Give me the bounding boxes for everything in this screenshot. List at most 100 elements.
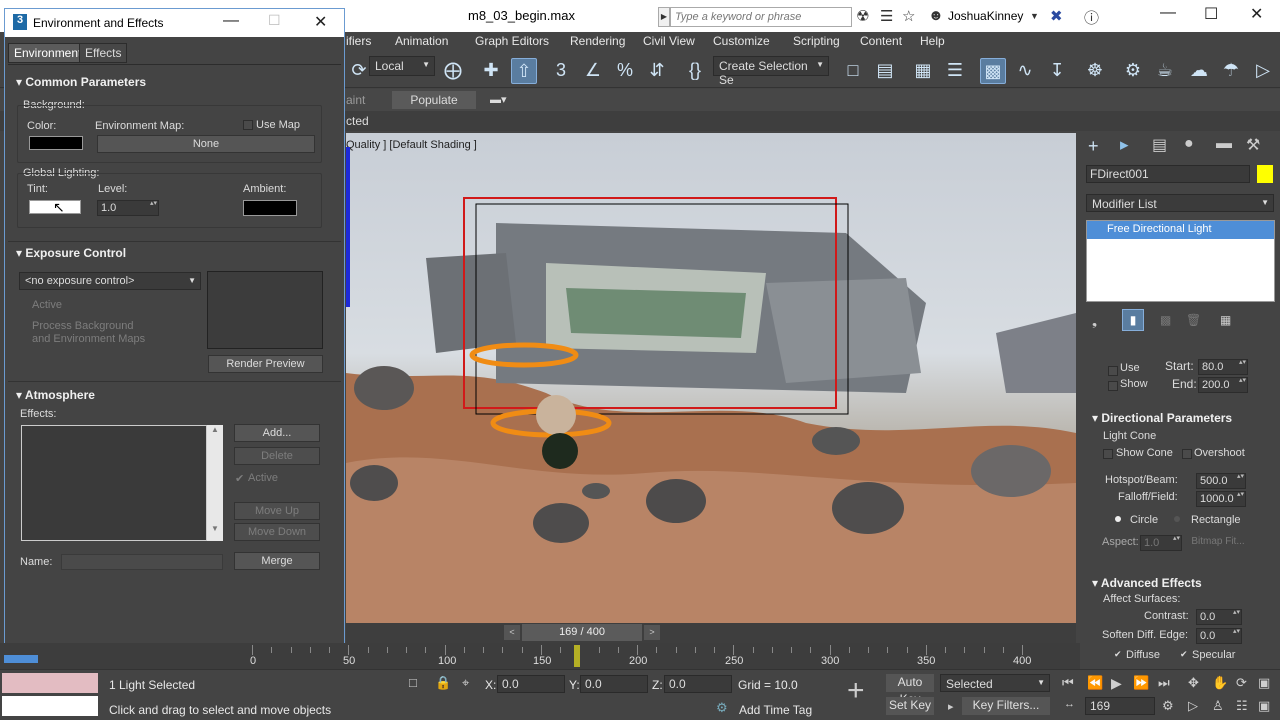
add-effect-button[interactable]: Add...	[234, 424, 320, 442]
atten-show-checkbox[interactable]	[1108, 381, 1118, 391]
current-frame-field[interactable]: 169	[1085, 697, 1155, 715]
edit-named-sets-icon[interactable]: {}	[682, 58, 708, 84]
exposure-type-dropdown[interactable]: <no exposure control> ▼	[19, 272, 201, 290]
user-dropdown-icon[interactable]: ▼	[1030, 11, 1039, 21]
orbit-icon[interactable]: ⟳	[1236, 675, 1247, 691]
ambient-color-swatch[interactable]	[243, 200, 297, 216]
aspect-spinner[interactable]: 1.0	[1140, 535, 1182, 551]
close-button[interactable]: ✕	[1250, 4, 1263, 24]
move-gizmo-icon[interactable]: ✚	[478, 58, 504, 84]
zoom-all-icon[interactable]: ✥	[1188, 675, 1199, 691]
set-key-button[interactable]: Set Key	[886, 697, 934, 715]
ribbon-tab-paint[interactable]: aint	[346, 93, 365, 107]
specular-checkbox[interactable]: ✔	[1180, 649, 1188, 660]
tab-environment[interactable]: Environment	[8, 43, 88, 63]
material-editor-icon[interactable]: ☸	[1082, 58, 1108, 84]
goto-start-icon[interactable]: ⏮	[1062, 675, 1074, 691]
move-down-button[interactable]: Move Down	[234, 523, 320, 541]
use-map-checkbox[interactable]	[243, 120, 253, 130]
move-up-button[interactable]: Move Up	[234, 502, 320, 520]
help-icon[interactable]: ⓘ	[1084, 7, 1099, 28]
pivot-icon[interactable]: ⨁	[440, 58, 466, 84]
common-params-header[interactable]: ▾ Common Parameters	[16, 75, 146, 89]
soften-spinner[interactable]: 0.0	[1196, 628, 1242, 644]
time-slider-thumb[interactable]: 169 / 400	[522, 624, 642, 641]
toggle-ribbon-icon[interactable]: ▩	[980, 58, 1006, 84]
angle-snap-icon[interactable]: ∠	[580, 58, 606, 84]
object-color-swatch[interactable]	[1257, 165, 1273, 183]
play-icon[interactable]: ▶	[1111, 675, 1122, 692]
display-tab-icon[interactable]: ▬	[1216, 135, 1232, 153]
menu-animation[interactable]: Animation	[395, 34, 448, 48]
spinner-snap-icon[interactable]: ⇵	[644, 58, 670, 84]
user-name[interactable]: JoshuaKinney	[948, 9, 1023, 23]
isolate-selection-icon[interactable]: □	[409, 675, 417, 690]
minimize-button[interactable]: —	[1160, 4, 1176, 22]
time-slider-next[interactable]: >	[644, 625, 660, 640]
menu-help[interactable]: Help	[920, 34, 945, 48]
configure-sets-icon[interactable]: ▦	[1220, 313, 1231, 327]
key-mode-dropdown[interactable]: Selected ▼	[940, 674, 1050, 692]
maxscript-input[interactable]	[2, 696, 98, 716]
effect-name-field[interactable]	[61, 554, 223, 570]
auto-key-button[interactable]: Auto Key	[886, 674, 934, 706]
show-end-result-icon[interactable]: ▮	[1122, 309, 1144, 331]
key-filter-icon[interactable]: ▸	[948, 700, 954, 713]
layer-explorer-icon[interactable]: ☰	[942, 58, 968, 84]
stack-item-free-directional-light[interactable]: Free Directional Light	[1087, 221, 1274, 239]
maximize-viewport-icon[interactable]: ▣	[1258, 675, 1270, 691]
field-of-view-icon[interactable]: ▷	[1188, 698, 1198, 714]
exposure-control-header[interactable]: ▾ Exposure Control	[16, 246, 126, 260]
menu-content[interactable]: Content	[860, 34, 902, 48]
named-selection-dropdown[interactable]: Create Selection Se ▼	[713, 56, 829, 87]
menu-rendering[interactable]: Rendering	[570, 34, 625, 48]
show-cone-checkbox[interactable]	[1103, 449, 1113, 459]
advanced-effects-header[interactable]: ▾ Advanced Effects	[1092, 576, 1202, 590]
maximize-button[interactable]: ☐	[1204, 4, 1218, 24]
y-coord-field[interactable]: 0.0	[580, 675, 648, 693]
render-preview-button[interactable]: Render Preview	[208, 355, 323, 373]
falloff-spinner[interactable]: 1000.0	[1196, 491, 1246, 507]
remove-modifier-icon[interactable]: 🗑	[1186, 313, 1201, 327]
modify-tab-icon[interactable]: ▸	[1120, 135, 1129, 155]
effects-listbox[interactable]	[21, 425, 207, 541]
time-config-icon[interactable]: ⚙	[1162, 698, 1174, 714]
select-manipulate-icon[interactable]: ⇧	[511, 58, 537, 84]
dialog-close-button[interactable]: ✕	[314, 12, 327, 32]
menu-graph-editors[interactable]: Graph Editors	[475, 34, 549, 48]
mirror-icon[interactable]: □	[840, 58, 866, 84]
atten-start-spinner[interactable]: 80.0	[1198, 359, 1248, 375]
rendered-frame-window-icon[interactable]: ☕	[1152, 58, 1178, 84]
effects-scrollbar[interactable]: ▲ ▼	[207, 425, 223, 541]
viewport-toggle-icon[interactable]: ▣	[1258, 698, 1270, 714]
ribbon-options-icon[interactable]: ▬▾	[490, 93, 507, 106]
selection-lock-icon[interactable]: 🔒	[435, 675, 451, 691]
zoom-extents-icon[interactable]: ☷	[1236, 698, 1248, 714]
render-cloud-icon[interactable]: ☂	[1218, 58, 1244, 84]
render-production-icon[interactable]: ☁	[1186, 58, 1212, 84]
background-color-swatch[interactable]	[29, 136, 83, 150]
contrast-spinner[interactable]: 0.0	[1196, 609, 1242, 625]
community-icon[interactable]: ☰	[880, 7, 893, 25]
hotspot-spinner[interactable]: 500.0	[1196, 473, 1246, 489]
walk-through-icon[interactable]: ♙	[1212, 698, 1224, 714]
time-slider-prev[interactable]: <	[504, 625, 520, 640]
reference-coord-dropdown[interactable]: Local ▼	[369, 56, 435, 76]
set-key-large-icon[interactable]: +	[847, 676, 865, 706]
z-coord-field[interactable]: 0.0	[664, 675, 732, 693]
make-unique-icon[interactable]: ▩	[1160, 313, 1171, 327]
object-name-field[interactable]: FDirect001	[1086, 165, 1250, 183]
directional-params-header[interactable]: ▾ Directional Parameters	[1092, 411, 1232, 425]
menu-customize[interactable]: Customize	[713, 34, 770, 48]
overshoot-checkbox[interactable]	[1182, 449, 1192, 459]
schematic-view-icon[interactable]: ↧	[1044, 58, 1070, 84]
add-time-tag-button[interactable]: Add Time Tag	[739, 703, 812, 717]
dialog-minimize-button[interactable]: —	[223, 12, 239, 30]
effect-active-checkbox[interactable]: ✔	[235, 472, 244, 485]
tab-effects[interactable]: Effects	[79, 43, 128, 63]
time-tag-icon[interactable]: ⚙	[716, 700, 728, 716]
hierarchy-tab-icon[interactable]: ▤	[1152, 135, 1167, 155]
dialog-maximize-button[interactable]: ☐	[268, 12, 281, 29]
menu-modifiers[interactable]: ifiers	[346, 34, 371, 48]
diffuse-checkbox[interactable]: ✔	[1114, 649, 1122, 660]
